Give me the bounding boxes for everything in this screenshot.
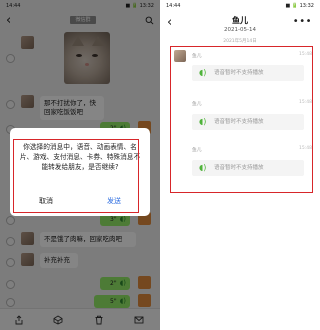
right-phone-record: 14:44 ■ 🔋 13:32 ‹ 鱼儿 2021-05-14 ••• 2021…	[160, 0, 320, 330]
status-indicators: ■ 🔋 13:32	[285, 3, 314, 9]
highlight-box	[13, 139, 139, 213]
status-time: 14:44	[166, 3, 181, 9]
canvas: 14:44 ■ 🔋 13:32 ‹ 微信群 那不打扰你了，快回家吃饭饭吧 2"◖…	[0, 0, 320, 330]
left-phone-chat: 14:44 ■ 🔋 13:32 ‹ 微信群 那不打扰你了，快回家吃饭饭吧 2"◖…	[0, 0, 160, 330]
status-bar: 14:44 ■ 🔋 13:32	[160, 0, 320, 12]
record-date: 2021-05-14	[224, 27, 256, 33]
highlight-box	[170, 46, 313, 193]
more-icon[interactable]: •••	[293, 16, 312, 27]
record-subdate: 2021年5月14日	[223, 39, 257, 44]
